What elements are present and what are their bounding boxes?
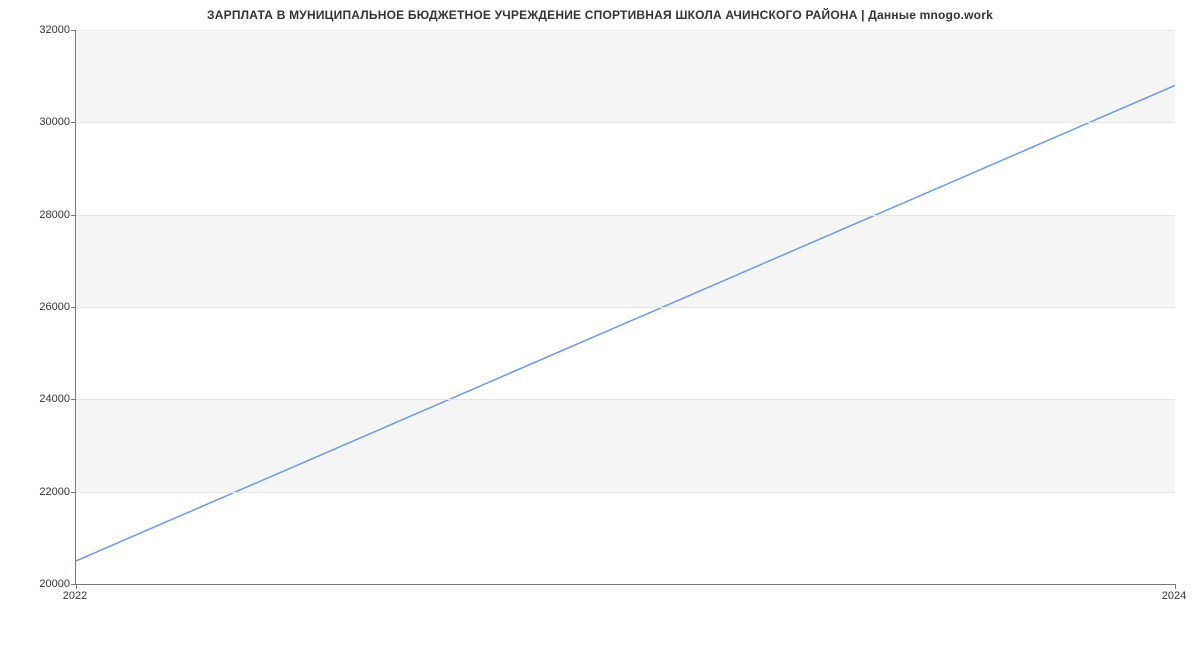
chart-title: ЗАРПЛАТА В МУНИЦИПАЛЬНОЕ БЮДЖЕТНОЕ УЧРЕЖ…: [0, 8, 1200, 22]
gridline: [76, 492, 1175, 493]
gridline: [76, 30, 1175, 31]
ytick-label: 22000: [10, 486, 70, 498]
gridline: [76, 215, 1175, 216]
gridline: [76, 122, 1175, 123]
ytick-label: 20000: [10, 578, 70, 590]
ytick-label: 30000: [10, 116, 70, 128]
chart-container: ЗАРПЛАТА В МУНИЦИПАЛЬНОЕ БЮДЖЕТНОЕ УЧРЕЖ…: [0, 0, 1200, 650]
ytick-mark: [71, 399, 76, 400]
ytick-label: 32000: [10, 24, 70, 36]
xtick-label: 2022: [63, 590, 87, 602]
ytick-mark: [71, 122, 76, 123]
gridline: [76, 399, 1175, 400]
ytick-label: 24000: [10, 393, 70, 405]
ytick-label: 26000: [10, 301, 70, 313]
data-line: [76, 85, 1175, 561]
plot-area: [75, 30, 1175, 585]
ytick-label: 28000: [10, 209, 70, 221]
ytick-mark: [71, 492, 76, 493]
ytick-mark: [71, 30, 76, 31]
ytick-mark: [71, 307, 76, 308]
xtick-mark: [1175, 584, 1176, 589]
xtick-label: 2024: [1162, 590, 1186, 602]
xtick-mark: [76, 584, 77, 589]
gridline: [76, 307, 1175, 308]
ytick-mark: [71, 215, 76, 216]
